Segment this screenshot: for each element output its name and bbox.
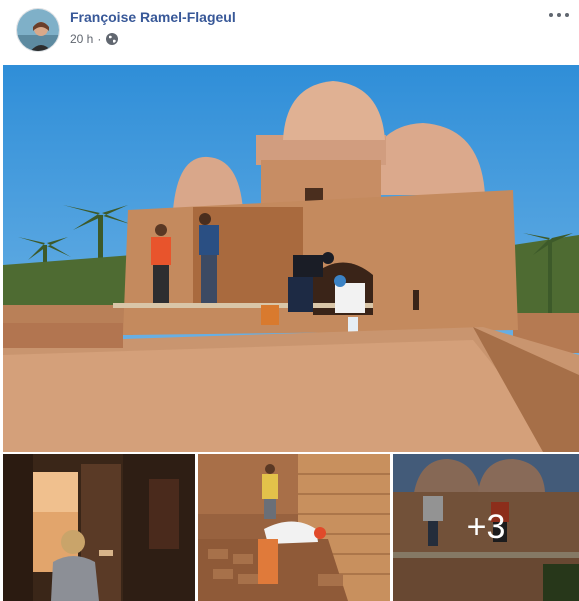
thumb-photo-3[interactable]: +3 [393,454,579,601]
more-options-icon[interactable] [549,8,569,22]
post-meta: 20 h · [70,32,119,46]
globe-icon[interactable] [105,32,119,46]
post-timestamp[interactable]: 20 h [70,32,93,46]
main-photo[interactable] [3,65,579,452]
thumb-photo-2[interactable] [198,454,390,601]
meta-separator: · [97,32,102,46]
thumb-photo-1[interactable] [3,454,195,601]
more-photos-count: +3 [466,508,506,546]
post-header: Françoise Ramel-Flageul 20 h · [0,0,579,64]
more-photos-overlay[interactable]: +3 [393,454,579,601]
author-avatar[interactable] [16,8,60,52]
author-name[interactable]: Françoise Ramel-Flageul [70,9,236,25]
